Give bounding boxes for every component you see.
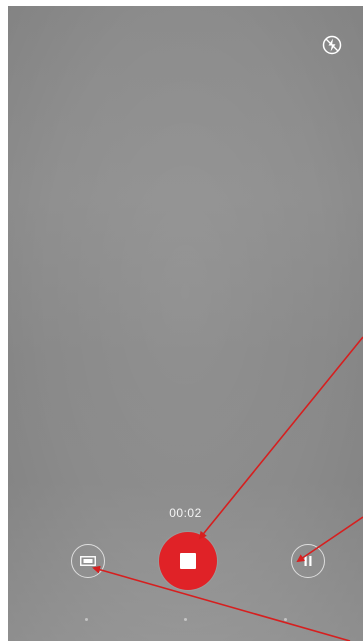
flash-auto-icon[interactable]	[321, 34, 343, 56]
camera-viewfinder: 00:02	[8, 6, 363, 641]
page-indicator-dot	[184, 618, 187, 621]
pause-icon	[304, 556, 312, 566]
stop-recording-button[interactable]	[159, 532, 217, 590]
page-indicator-dot	[85, 618, 88, 621]
pause-button[interactable]	[291, 544, 325, 578]
page-indicator-dot	[284, 618, 287, 621]
camera-snapshot-icon	[80, 556, 96, 566]
recording-timer: 00:02	[169, 506, 202, 520]
snapshot-button[interactable]	[71, 544, 105, 578]
stop-icon	[180, 553, 196, 569]
